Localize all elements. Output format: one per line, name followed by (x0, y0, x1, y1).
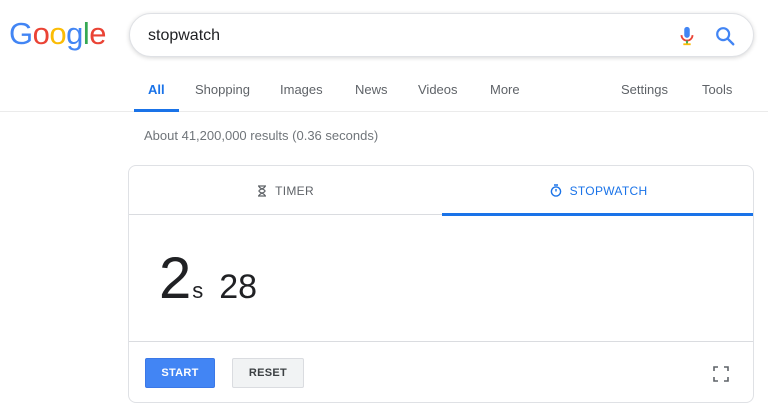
logo-letter: e (89, 16, 107, 51)
google-logo[interactable]: Google (9, 15, 107, 53)
microphone-icon[interactable] (676, 24, 698, 48)
settings-link[interactable]: Settings (621, 82, 668, 112)
seconds-value: 2 (159, 246, 192, 311)
search-nav-tabs: All Shopping Images News Videos More Set… (0, 72, 768, 112)
logo-letter: g (66, 16, 83, 51)
tab-timer[interactable]: TIMER (129, 166, 442, 215)
search-box (129, 13, 754, 57)
stopwatch-display: 2s 28 (159, 250, 257, 308)
logo-letter: o (49, 16, 67, 51)
tab-stopwatch[interactable]: STOPWATCH (442, 166, 753, 216)
stopwatch-widget: TIMER STOPWATCH 2s 28 START RESET (128, 165, 754, 403)
search-icon[interactable] (714, 25, 736, 47)
tab-news[interactable]: News (355, 82, 388, 112)
tab-timer-label: TIMER (275, 183, 314, 198)
tab-shopping[interactable]: Shopping (195, 82, 250, 112)
widget-tabs: TIMER STOPWATCH (129, 166, 753, 216)
logo-letter: o (32, 16, 50, 51)
logo-letter: G (9, 16, 33, 51)
stopwatch-controls: START RESET (129, 341, 753, 402)
results-stats: About 41,200,000 results (0.36 seconds) (144, 128, 379, 143)
tab-stopwatch-label: STOPWATCH (569, 183, 648, 198)
search-input[interactable] (148, 24, 648, 48)
tab-more[interactable]: More (490, 82, 520, 112)
tab-videos[interactable]: Videos (418, 82, 458, 112)
tab-images[interactable]: Images (280, 82, 323, 112)
stopwatch-icon (550, 184, 561, 197)
tab-all[interactable]: All (134, 82, 178, 112)
tools-link[interactable]: Tools (702, 82, 732, 112)
centiseconds-value: 28 (219, 268, 258, 306)
reset-button[interactable]: RESET (232, 358, 304, 388)
hourglass-icon (258, 184, 267, 197)
start-button[interactable]: START (145, 358, 215, 388)
seconds-unit: s (192, 278, 204, 303)
fullscreen-icon[interactable] (713, 366, 729, 382)
